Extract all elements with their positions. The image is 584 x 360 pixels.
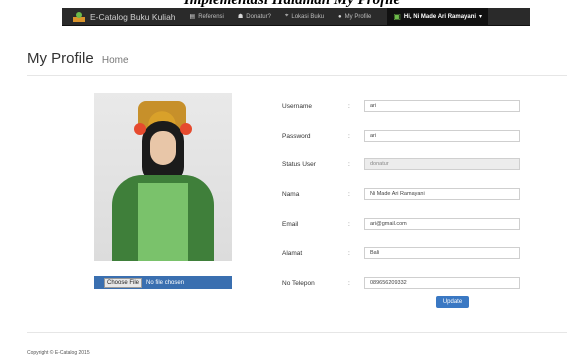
book-icon: ▤ [189, 14, 196, 20]
nav-referensi[interactable]: ▤ Referensi [189, 13, 224, 21]
nav-my-profile[interactable]: ● My Profile [338, 14, 371, 20]
users-icon: ☗ [237, 14, 244, 20]
chevron-down-icon: ▾ [479, 14, 483, 20]
page-title-text: My Profile [27, 50, 94, 67]
field-no-telepon: No Telepon : 089656209332 [282, 277, 522, 289]
footer-copyright: Copyright © E-Catalog 2015 [27, 350, 90, 356]
top-navbar: E-Catalog Buku Kuliah ▤ Referensi ☗ Dona… [62, 8, 530, 26]
nama-label: Nama [282, 191, 300, 198]
brand-name: E-Catalog Buku Kuliah [90, 11, 176, 22]
document-heading-text: Implementasi Halaman My Profile [183, 0, 401, 8]
file-status: No file chosen [146, 279, 185, 286]
status-user-input: donatur [364, 158, 520, 170]
nama-input[interactable]: Ni Made Ari Ramayani [364, 188, 520, 200]
location-icon: ⌖ [284, 13, 289, 19]
profile-photo [94, 93, 232, 261]
alamat-label: Alamat [282, 250, 303, 257]
photo-upload: Choose File No file chosen [94, 276, 232, 289]
field-email: Email : ari@gmail.com [282, 218, 522, 230]
update-button[interactable]: Update [436, 296, 469, 308]
user-menu-dropdown[interactable]: ▣ Hi, Ni Made Ari Ramayani ▾ [387, 8, 489, 25]
field-username: Username : ari [282, 100, 522, 112]
no-telepon-label: No Telepon [282, 280, 315, 287]
password-label: Password [282, 133, 311, 140]
field-alamat: Alamat : Bali [282, 247, 522, 259]
brand-link[interactable]: E-Catalog Buku Kuliah [72, 11, 176, 23]
username-input[interactable]: ari [364, 100, 520, 112]
page-subtitle: Home [101, 55, 129, 66]
user-avatar-icon: ▣ [393, 12, 401, 21]
title-divider [27, 75, 567, 76]
status-user-separator: : [348, 161, 350, 168]
nav-my-profile-label: My Profile [344, 13, 372, 20]
photo-flower-right [180, 123, 192, 135]
alamat-input[interactable]: Bali [364, 247, 520, 259]
username-separator: : [348, 103, 350, 110]
password-input[interactable]: ari [364, 130, 520, 142]
username-label: Username [282, 103, 312, 110]
field-status-user: Status User : donatur [282, 158, 522, 170]
no-telepon-separator: : [348, 280, 350, 287]
email-label: Email [282, 221, 299, 228]
nav-referensi-label: Referensi [198, 13, 224, 20]
email-input[interactable]: ari@gmail.com [364, 218, 520, 230]
field-nama: Nama : Ni Made Ari Ramayani [282, 188, 522, 200]
photo-flower-left [134, 123, 146, 135]
alamat-separator: : [348, 250, 350, 257]
photo-vest [138, 183, 188, 261]
footer-divider [27, 332, 567, 333]
nav-donatur-label: Donatur? [246, 13, 271, 20]
user-greeting: Hi, Ni Made Ari Ramayani [403, 13, 477, 20]
no-telepon-input[interactable]: 089656209332 [364, 277, 520, 289]
nav-donatur[interactable]: ☗ Donatur? [237, 13, 271, 21]
password-separator: : [348, 133, 350, 140]
user-icon: ● [338, 13, 342, 20]
nama-separator: : [348, 191, 350, 198]
choose-file-button[interactable]: Choose File [104, 277, 143, 288]
document-heading: Implementasi Halaman My Profile [0, 0, 584, 8]
nav-lokasi-buku-label: Lokasi Buku [291, 13, 325, 20]
photo-face [150, 131, 176, 165]
nav-lokasi-buku[interactable]: ⌖ Lokasi Buku [285, 13, 324, 20]
email-separator: : [348, 221, 350, 228]
brand-logo-icon [73, 11, 85, 22]
status-user-label: Status User [282, 161, 316, 168]
page-title: My Profile Home [27, 50, 129, 67]
field-password: Password : ari [282, 130, 522, 142]
